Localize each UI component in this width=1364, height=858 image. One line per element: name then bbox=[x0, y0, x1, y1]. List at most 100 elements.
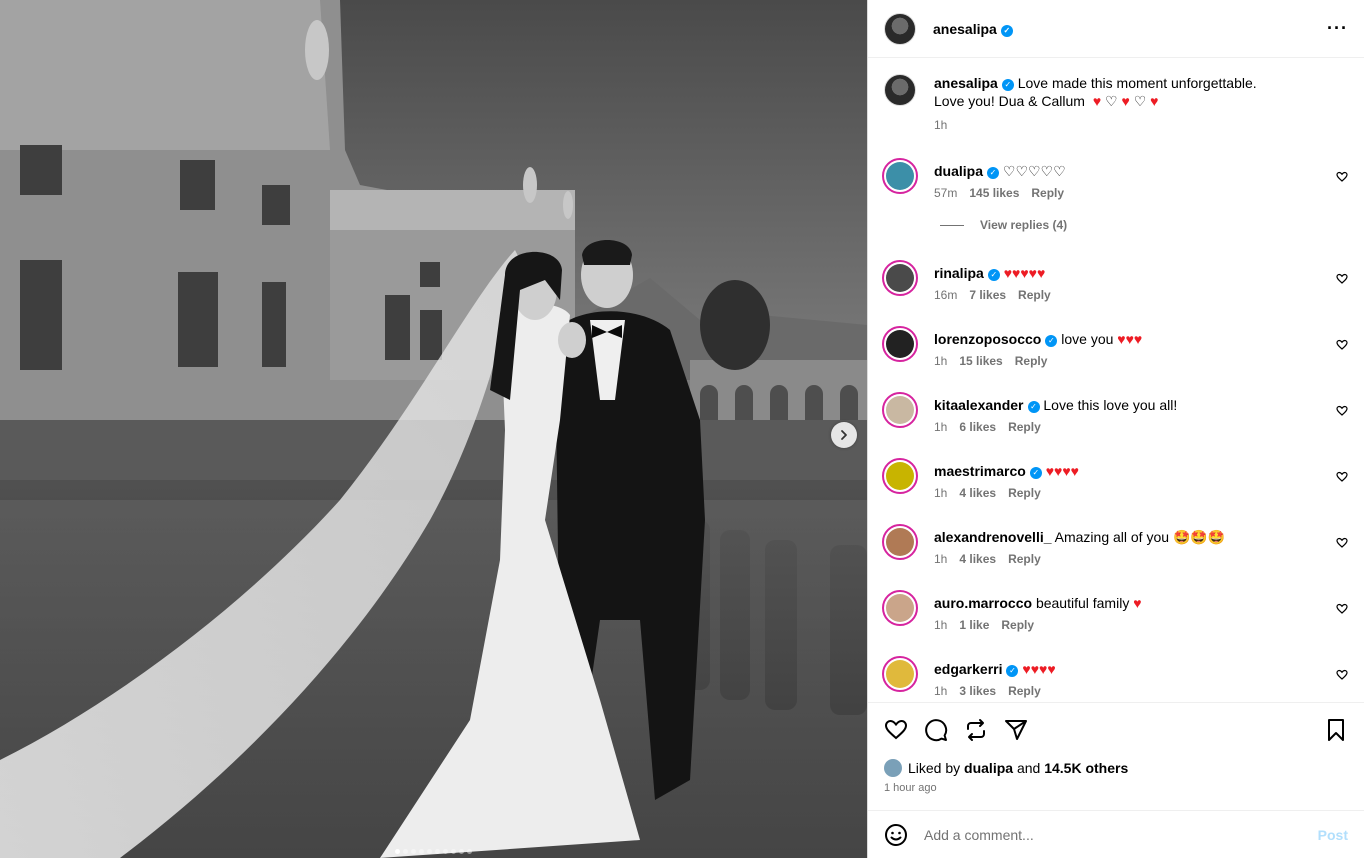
comment-username[interactable]: lorenzoposocco bbox=[934, 331, 1041, 347]
comment-button[interactable] bbox=[924, 718, 948, 742]
caption-text-line1: Love made this moment unforgettable. bbox=[1017, 75, 1257, 91]
comment-like-button[interactable] bbox=[1336, 338, 1348, 354]
comment-like-button[interactable] bbox=[1336, 170, 1348, 186]
comment-like-button[interactable] bbox=[1336, 404, 1348, 420]
comment-username[interactable]: kitaalexander bbox=[934, 397, 1024, 413]
liked-by: Liked by dualipa and 14.5K others bbox=[868, 756, 1364, 780]
avatar[interactable] bbox=[882, 326, 918, 362]
comment-like-button[interactable] bbox=[1336, 668, 1348, 684]
avatar[interactable] bbox=[882, 524, 918, 560]
like-button[interactable] bbox=[884, 718, 908, 742]
avatar[interactable] bbox=[882, 656, 918, 692]
comment-item: dualipa ✓ ♡♡♡♡♡ 57m 145 likes Reply bbox=[882, 158, 1348, 224]
next-slide-button[interactable] bbox=[831, 422, 857, 448]
comment-likes[interactable]: 1 like bbox=[959, 618, 989, 632]
reply-button[interactable]: Reply bbox=[1008, 552, 1041, 566]
slide-dot bbox=[459, 849, 464, 854]
comment-likes[interactable]: 145 likes bbox=[969, 186, 1019, 200]
comment-input[interactable] bbox=[924, 826, 1318, 843]
avatar[interactable] bbox=[882, 260, 918, 296]
caption-username[interactable]: anesalipa bbox=[934, 75, 998, 91]
comment-text: Love this love you all! bbox=[1043, 397, 1178, 413]
author-name-text[interactable]: anesalipa bbox=[933, 21, 997, 37]
slide-dot bbox=[427, 849, 432, 854]
comment-hearts: ♥♥♥♥♥ bbox=[1003, 265, 1046, 281]
comment-likes[interactable]: 7 likes bbox=[969, 288, 1006, 302]
comment-text: love you bbox=[1061, 331, 1114, 347]
heart-icon bbox=[1336, 338, 1348, 354]
slide-indicator bbox=[0, 849, 867, 854]
comment-item: edgarkerri ✓ ♥♥♥♥ 1h 3 likes Reply bbox=[882, 656, 1348, 702]
add-comment-bar: Post bbox=[868, 810, 1364, 858]
slide-dot bbox=[419, 849, 424, 854]
caption-text-line2: Love you! Dua & Callum bbox=[934, 93, 1085, 109]
comment-item: alexandrenovelli_ Amazing all of you 🤩🤩🤩… bbox=[882, 524, 1348, 590]
comment-timestamp[interactable]: 1h bbox=[934, 618, 947, 632]
more-icon[interactable]: ··· bbox=[1327, 18, 1348, 39]
comment-username[interactable]: alexandrenovelli_ bbox=[934, 529, 1052, 545]
comment-timestamp[interactable]: 1h bbox=[934, 552, 947, 566]
comment-username[interactable]: auro.marrocco bbox=[934, 595, 1032, 611]
post-comment-button[interactable]: Post bbox=[1318, 827, 1348, 843]
comment-username[interactable]: edgarkerri bbox=[934, 661, 1002, 677]
posted-time[interactable]: 1 hour ago bbox=[868, 782, 1364, 804]
avatar[interactable] bbox=[884, 759, 902, 777]
reply-button[interactable]: Reply bbox=[1031, 186, 1064, 200]
comments-list: anesalipa ✓ Love made this moment unforge… bbox=[868, 58, 1364, 702]
reply-button[interactable]: Reply bbox=[1008, 684, 1041, 698]
comment-likes[interactable]: 15 likes bbox=[959, 354, 1002, 368]
comment-like-button[interactable] bbox=[1336, 272, 1348, 288]
comment-like-button[interactable] bbox=[1336, 602, 1348, 618]
comment-likes[interactable]: 6 likes bbox=[959, 420, 996, 434]
avatar[interactable] bbox=[882, 158, 918, 194]
save-button[interactable] bbox=[1324, 718, 1348, 742]
comment-timestamp[interactable]: 1h bbox=[934, 354, 947, 368]
heart-icon bbox=[1336, 272, 1348, 288]
comment-timestamp[interactable]: 16m bbox=[934, 288, 957, 302]
comment-hearts: ♥♥♥♥ bbox=[1022, 661, 1056, 677]
comment-username[interactable]: dualipa bbox=[934, 163, 983, 179]
comment-hearts: ♡♡♡♡♡ bbox=[1002, 163, 1066, 179]
liked-by-others[interactable]: 14.5K others bbox=[1044, 760, 1128, 776]
avatar[interactable] bbox=[882, 458, 918, 494]
verified-icon: ✓ bbox=[987, 167, 1000, 179]
verified-icon: ✓ bbox=[1006, 665, 1019, 677]
comment-username[interactable]: maestrimarco bbox=[934, 463, 1026, 479]
comment-timestamp[interactable]: 1h bbox=[934, 684, 947, 698]
comment-item: maestrimarco ✓ ♥♥♥♥ 1h 4 likes Reply bbox=[882, 458, 1348, 524]
share-button[interactable] bbox=[1004, 718, 1028, 742]
slide-dot bbox=[467, 849, 472, 854]
reply-button[interactable]: Reply bbox=[1008, 486, 1041, 500]
heart-icon bbox=[1336, 470, 1348, 486]
caption-timestamp: 1h bbox=[934, 118, 948, 132]
avatar[interactable] bbox=[884, 74, 916, 106]
verified-icon: ✓ bbox=[1045, 335, 1058, 347]
comment-timestamp[interactable]: 1h bbox=[934, 486, 947, 500]
post-media[interactable] bbox=[0, 0, 867, 858]
comment-timestamp[interactable]: 1h bbox=[934, 420, 947, 434]
post-side-panel: anesalipa ✓ ··· anesalipa ✓ Love made this… bbox=[867, 0, 1364, 858]
comment-username[interactable]: rinalipa bbox=[934, 265, 984, 281]
reply-button[interactable]: Reply bbox=[1001, 618, 1034, 632]
reply-button[interactable]: Reply bbox=[1008, 420, 1041, 434]
comment-like-button[interactable] bbox=[1336, 470, 1348, 486]
chevron-right-icon bbox=[841, 430, 847, 440]
verified-icon: ✓ bbox=[1027, 401, 1040, 413]
author-username[interactable]: anesalipa ✓ bbox=[933, 21, 1013, 37]
reply-button[interactable]: Reply bbox=[1018, 288, 1051, 302]
comment-likes[interactable]: 4 likes bbox=[959, 552, 996, 566]
verified-icon: ✓ bbox=[987, 269, 1000, 281]
avatar[interactable] bbox=[882, 590, 918, 626]
repost-button[interactable] bbox=[964, 718, 988, 742]
comment-likes[interactable]: 4 likes bbox=[959, 486, 996, 500]
liked-by-user[interactable]: dualipa bbox=[964, 760, 1013, 776]
avatar[interactable] bbox=[882, 392, 918, 428]
comment-like-button[interactable] bbox=[1336, 536, 1348, 552]
comment-item: kitaalexander ✓ Love this love you all! 1h… bbox=[882, 392, 1348, 458]
repost-icon bbox=[967, 718, 985, 741]
emoji-icon[interactable] bbox=[884, 823, 908, 847]
comment-timestamp[interactable]: 57m bbox=[934, 186, 957, 200]
avatar[interactable] bbox=[884, 12, 916, 45]
comment-likes[interactable]: 3 likes bbox=[959, 684, 996, 698]
reply-button[interactable]: Reply bbox=[1015, 354, 1048, 368]
